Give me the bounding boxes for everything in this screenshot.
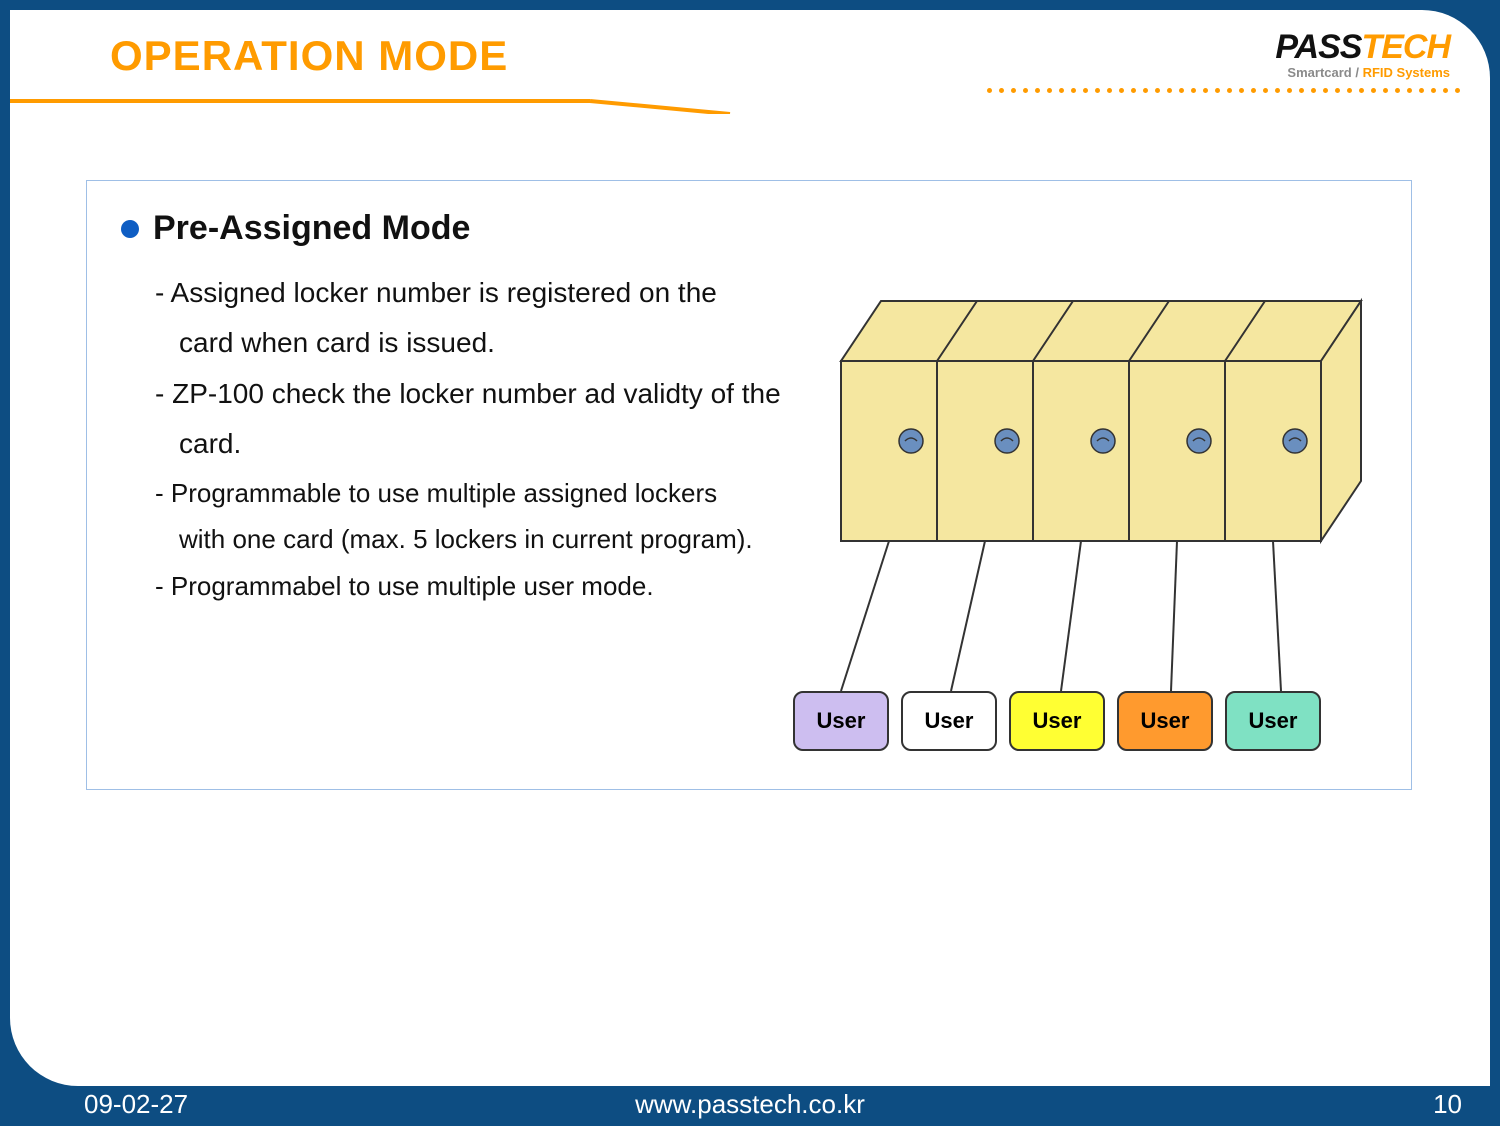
title-bar: OPERATION MODE <box>110 32 508 80</box>
logo-pass: PASS <box>1275 28 1361 66</box>
logo-sub-b: RFID Systems <box>1363 65 1450 80</box>
locker-svg-icon <box>751 281 1391 761</box>
logo: PASSTECH Smartcard / RFID Systems <box>1275 28 1450 80</box>
user-card: User <box>1009 691 1105 751</box>
footer-date: 09-02-27 <box>84 1089 188 1120</box>
bullet-icon <box>121 220 139 238</box>
footer: 09-02-27 www.passtech.co.kr 10 <box>0 1089 1500 1120</box>
slide-title: OPERATION MODE <box>110 32 508 80</box>
logo-subtitle: Smartcard / RFID Systems <box>1275 65 1450 80</box>
footer-url: www.passtech.co.kr <box>635 1089 865 1120</box>
content-box: Pre-Assigned Mode - Assigned locker numb… <box>86 180 1412 790</box>
user-card: User <box>901 691 997 751</box>
logo-sub-a: Smartcard / <box>1287 65 1362 80</box>
user-card: User <box>1225 691 1321 751</box>
logo-tech: TECH <box>1361 28 1450 66</box>
slide-card: OPERATION MODE PASSTECH Smartcard / RFID… <box>10 10 1490 1086</box>
user-card: User <box>1117 691 1213 751</box>
user-row: User User User User User <box>793 691 1321 751</box>
section-heading: Pre-Assigned Mode <box>121 209 1389 248</box>
locker-diagram: User User User User User <box>751 281 1391 761</box>
decor-dots <box>987 88 1460 93</box>
footer-page: 10 <box>1433 1089 1462 1120</box>
user-card: User <box>793 691 889 751</box>
heading-text: Pre-Assigned Mode <box>153 209 470 248</box>
